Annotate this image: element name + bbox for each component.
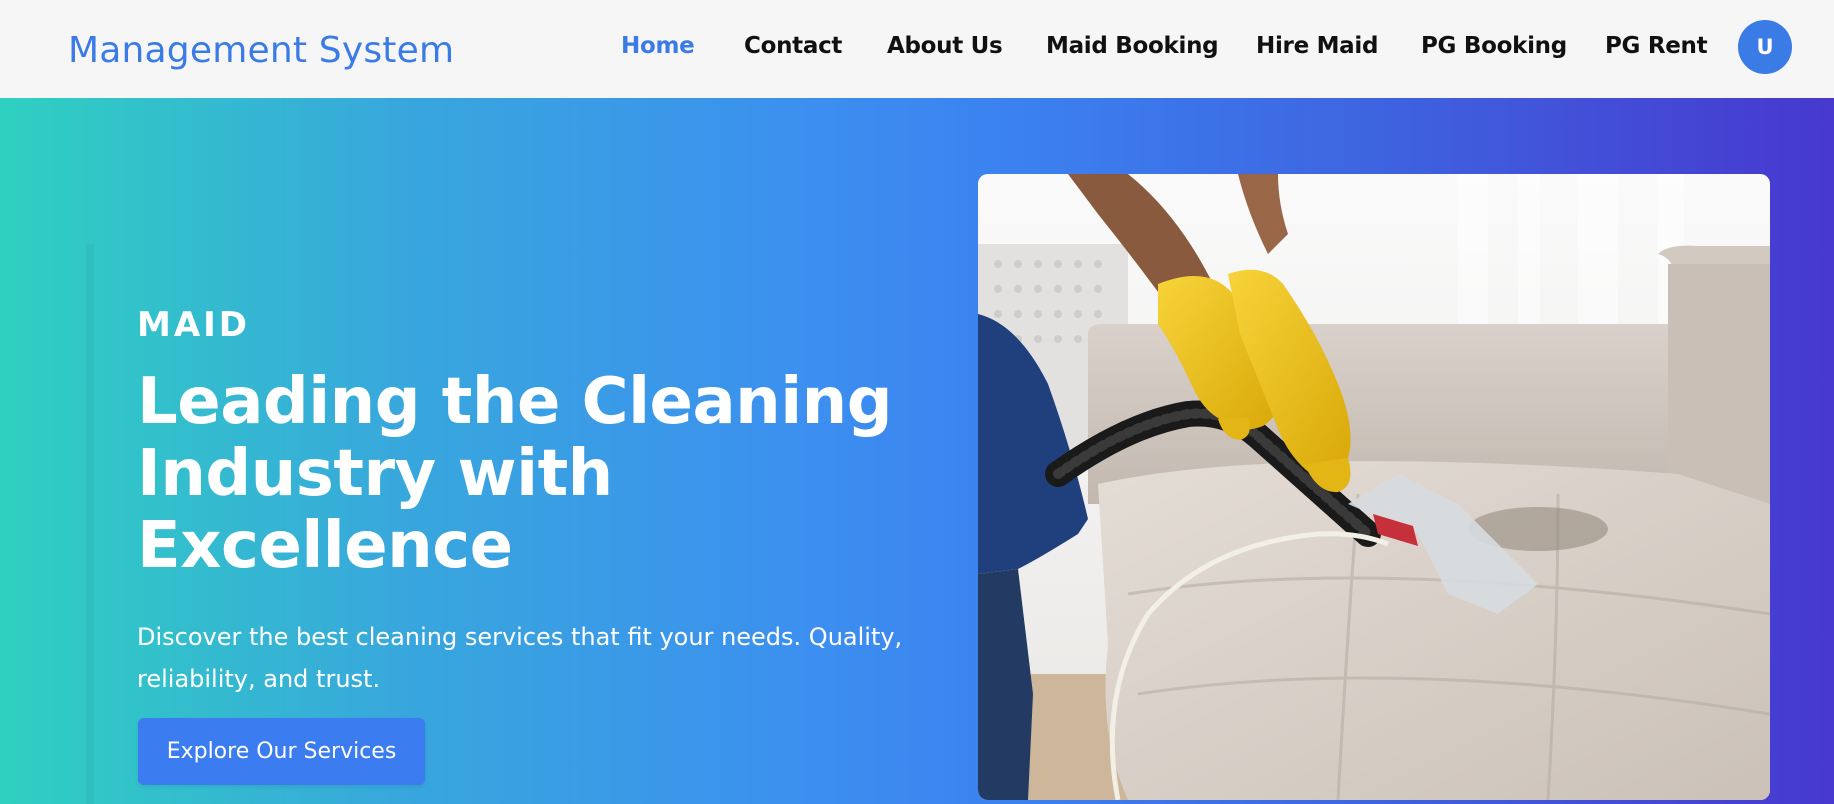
hero-decor-bar xyxy=(86,244,94,804)
nav-pg-rent[interactable]: PG Rent xyxy=(1605,33,1708,59)
hero-eyebrow: MAID xyxy=(137,305,251,345)
brand-logo-text[interactable]: Management System xyxy=(68,30,454,71)
explore-services-button[interactable]: Explore Our Services xyxy=(138,718,425,785)
hero-photo xyxy=(978,174,1770,800)
nav-home[interactable]: Home xyxy=(621,33,695,59)
navbar: Management System Home Contact About Us … xyxy=(0,0,1834,98)
nav-contact[interactable]: Contact xyxy=(744,33,842,59)
nav-about-us[interactable]: About Us xyxy=(887,33,1003,59)
nav-maid-booking[interactable]: Maid Booking xyxy=(1046,33,1219,59)
nav-hire-maid[interactable]: Hire Maid xyxy=(1256,33,1378,59)
hero-subtext: Discover the best cleaning services that… xyxy=(137,623,903,693)
nav-pg-booking[interactable]: PG Booking xyxy=(1421,33,1567,59)
user-avatar[interactable]: U xyxy=(1738,20,1792,74)
hero-headline: Leading the Cleaning Industry with Excel… xyxy=(137,365,893,583)
